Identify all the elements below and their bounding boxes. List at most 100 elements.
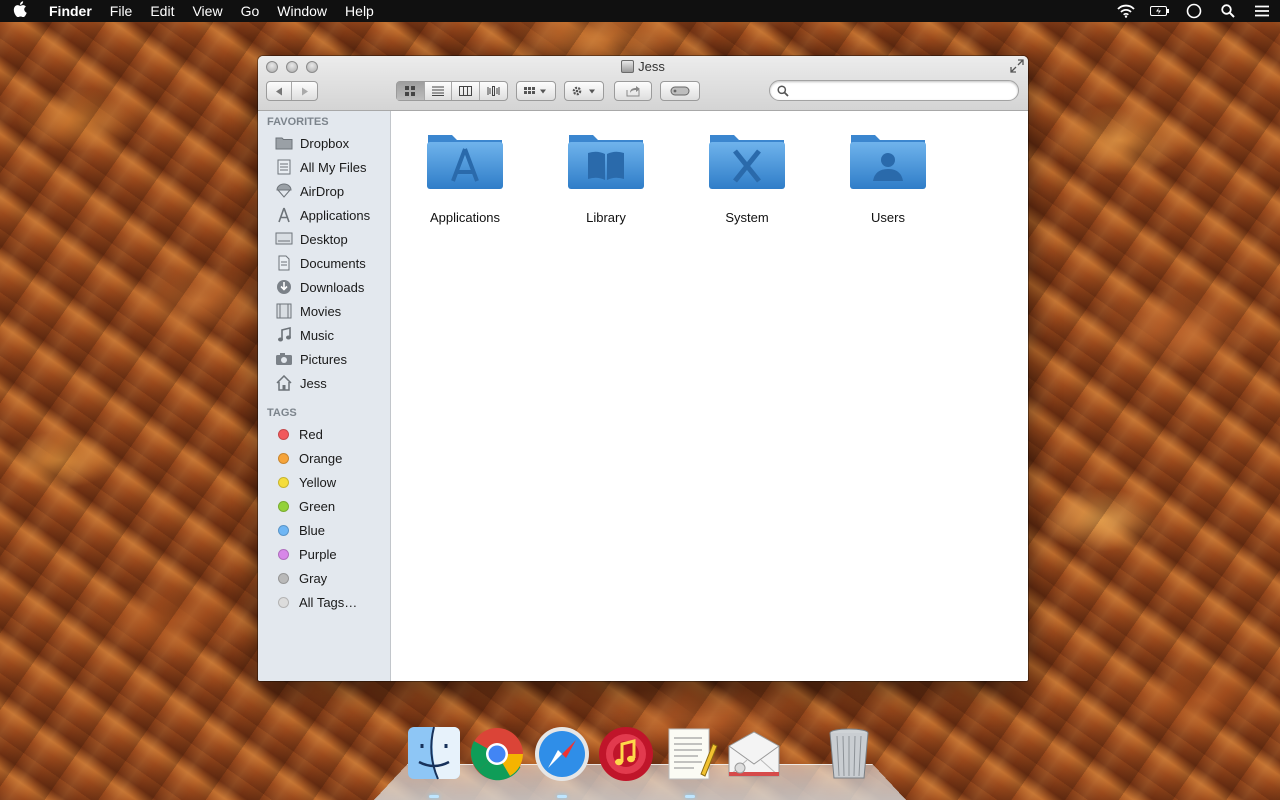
music-icon bbox=[275, 327, 293, 343]
mail-icon[interactable] bbox=[725, 724, 783, 782]
icon-view-button[interactable] bbox=[397, 82, 425, 100]
coverflow-view-button[interactable] bbox=[480, 82, 507, 100]
red-tag-dot bbox=[278, 428, 289, 440]
applications-folder-icon bbox=[427, 135, 503, 189]
sidebar-item-documents[interactable]: Documents bbox=[258, 251, 390, 275]
list-view-button[interactable] bbox=[425, 82, 452, 100]
sidebar-item-label: Orange bbox=[299, 450, 343, 466]
folder-label: System bbox=[725, 210, 769, 225]
arrange-button[interactable] bbox=[516, 81, 556, 101]
sidebar-item-jess[interactable]: Jess bbox=[258, 371, 390, 395]
window-toolbar: Jess bbox=[258, 56, 1028, 111]
spotlight-icon[interactable] bbox=[1218, 3, 1238, 19]
sidebar-tag-purple[interactable]: Purple bbox=[258, 542, 390, 566]
back-button[interactable] bbox=[267, 82, 293, 100]
trash-icon[interactable] bbox=[820, 724, 878, 782]
sidebar-tag-yellow[interactable]: Yellow bbox=[258, 470, 390, 494]
sidebar-item-label: Gray bbox=[299, 570, 328, 586]
folder-item-system[interactable]: System bbox=[687, 129, 807, 225]
folder-item-library[interactable]: Library bbox=[546, 129, 666, 225]
battery-icon[interactable] bbox=[1150, 3, 1170, 19]
sidebar-tag-green[interactable]: Green bbox=[258, 494, 390, 518]
sidebar-tag-orange[interactable]: Orange bbox=[258, 446, 390, 470]
column-view-button[interactable] bbox=[452, 82, 480, 100]
sidebar-item-label: AirDrop bbox=[300, 183, 345, 199]
search-input[interactable] bbox=[794, 82, 1012, 99]
menu-help[interactable]: Help bbox=[336, 0, 383, 22]
library-folder-icon bbox=[568, 135, 644, 189]
sidebar-item-music[interactable]: Music bbox=[258, 323, 390, 347]
finder-icon[interactable] bbox=[405, 724, 463, 782]
all-files-icon bbox=[275, 159, 293, 175]
back-forward-control bbox=[266, 81, 318, 101]
forward-button[interactable] bbox=[292, 82, 317, 100]
textedit-running-indicator bbox=[685, 795, 695, 798]
menu-bar: Finder File Edit View Go Window Help bbox=[0, 0, 1280, 22]
sidebar-item-label: Desktop bbox=[300, 231, 348, 247]
sidebar-tag-blue[interactable]: Blue bbox=[258, 518, 390, 542]
sidebar-item-pictures[interactable]: Pictures bbox=[258, 347, 390, 371]
fullscreen-icon[interactable] bbox=[1010, 59, 1024, 76]
textedit-icon[interactable] bbox=[661, 724, 719, 782]
menu-file[interactable]: File bbox=[101, 0, 142, 22]
folder-item-applications[interactable]: Applications bbox=[405, 129, 525, 225]
sidebar-item-label: Jess bbox=[300, 375, 327, 391]
downloads-icon bbox=[275, 279, 293, 295]
sidebar-item-label: Music bbox=[300, 327, 334, 343]
menu-app-name[interactable]: Finder bbox=[40, 0, 101, 22]
finder-window: Jess FAVORITES Dropbox All My Files AirD… bbox=[258, 56, 1028, 681]
menu-edit[interactable]: Edit bbox=[141, 0, 183, 22]
sidebar-item-airdrop[interactable]: AirDrop bbox=[258, 179, 390, 203]
notification-center-icon[interactable] bbox=[1184, 3, 1204, 19]
search-field[interactable] bbox=[769, 80, 1019, 101]
sidebar-item-label: All My Files bbox=[300, 159, 367, 175]
menu-window[interactable]: Window bbox=[268, 0, 336, 22]
movies-icon bbox=[275, 303, 293, 319]
sidebar-tag-all-tags[interactable]: All Tags… bbox=[258, 590, 390, 614]
sidebar-item-downloads[interactable]: Downloads bbox=[258, 275, 390, 299]
action-gear-button[interactable] bbox=[564, 81, 604, 101]
chrome-icon[interactable] bbox=[468, 724, 526, 782]
sidebar-item-label: Movies bbox=[300, 303, 342, 319]
folder-label: Applications bbox=[429, 210, 501, 225]
sidebar-item-label: Downloads bbox=[300, 279, 365, 295]
sidebar-item-label: All Tags… bbox=[299, 594, 358, 610]
safari-icon[interactable] bbox=[533, 724, 591, 782]
sidebar-item-all-my-files[interactable]: All My Files bbox=[258, 155, 390, 179]
sidebar-item-applications[interactable]: Applications bbox=[258, 203, 390, 227]
documents-icon bbox=[275, 255, 293, 271]
itunes-icon[interactable] bbox=[597, 724, 655, 782]
search-icon bbox=[777, 84, 789, 102]
sidebar-item-label: Blue bbox=[299, 522, 326, 538]
sidebar-tag-gray[interactable]: Gray bbox=[258, 566, 390, 590]
orange-tag-dot bbox=[278, 452, 289, 464]
blue-tag-dot bbox=[278, 524, 289, 536]
sidebar-item-label: Purple bbox=[299, 546, 337, 562]
sidebar-item-movies[interactable]: Movies bbox=[258, 299, 390, 323]
sidebar-item-label: Yellow bbox=[299, 474, 337, 490]
safari-running-indicator bbox=[557, 795, 567, 798]
wifi-icon[interactable] bbox=[1116, 3, 1136, 19]
menu-view[interactable]: View bbox=[183, 0, 231, 22]
users-folder-icon bbox=[850, 135, 926, 189]
view-mode-control bbox=[396, 81, 508, 101]
airdrop-icon bbox=[275, 183, 293, 199]
menu-go[interactable]: Go bbox=[232, 0, 269, 22]
sidebar-item-dropbox[interactable]: Dropbox bbox=[258, 131, 390, 155]
window-title-text: Jess bbox=[638, 59, 665, 74]
favorites-header: FAVORITES bbox=[267, 116, 329, 128]
folder-item-users[interactable]: Users bbox=[828, 129, 948, 225]
green-tag-dot bbox=[278, 500, 289, 512]
purple-tag-dot bbox=[278, 548, 289, 560]
menu-list-icon[interactable] bbox=[1252, 3, 1272, 19]
share-button[interactable] bbox=[614, 81, 652, 101]
folder-label: Users bbox=[871, 210, 905, 225]
system-folder-icon bbox=[709, 135, 785, 189]
sidebar-tag-red[interactable]: Red bbox=[258, 422, 390, 446]
apple-menu-icon[interactable] bbox=[0, 1, 40, 21]
desktop-icon bbox=[275, 231, 293, 247]
sidebar-item-desktop[interactable]: Desktop bbox=[258, 227, 390, 251]
folder-label: Library bbox=[586, 210, 626, 225]
sidebar-item-label: Applications bbox=[300, 207, 371, 223]
edit-tags-button[interactable] bbox=[660, 81, 700, 101]
